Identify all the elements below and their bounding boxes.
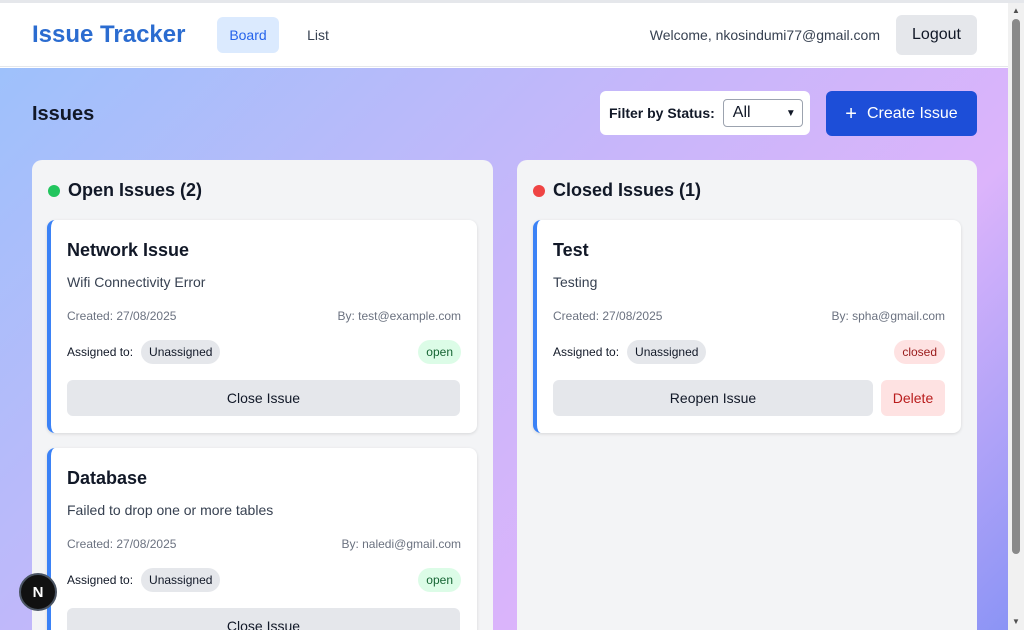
filter-selected-value: All xyxy=(732,104,751,121)
close-issue-button[interactable]: Close Issue xyxy=(67,380,460,416)
nextjs-dev-badge[interactable]: N xyxy=(19,573,57,611)
plus-icon: + xyxy=(845,102,857,125)
issue-card: Network Issue Wifi Connectivity Error Cr… xyxy=(47,220,477,433)
issue-created-date: Created: 27/08/2025 xyxy=(553,309,663,323)
closed-issues-column: Closed Issues (1) Test Testing Created: … xyxy=(517,160,977,630)
page-title: Issues xyxy=(32,103,95,125)
scroll-down-arrow-icon[interactable]: ▼ xyxy=(1012,617,1020,626)
assignee-chip: Unassigned xyxy=(141,568,221,592)
status-badge: open xyxy=(418,568,461,592)
assigned-label: Assigned to: xyxy=(553,345,620,359)
nav-tab-board[interactable]: Board xyxy=(217,17,279,53)
status-filter: Filter by Status: All ▼ xyxy=(600,91,810,135)
assignee-row: Assigned to: Unassigned xyxy=(67,568,221,592)
issue-card: Test Testing Created: 27/08/2025 By: sph… xyxy=(533,220,961,433)
reopen-issue-button[interactable]: Reopen Issue xyxy=(553,380,873,416)
issue-title: Test xyxy=(553,240,589,260)
issue-description: Testing xyxy=(553,274,598,290)
scrollbar-thumb[interactable] xyxy=(1012,19,1020,554)
create-issue-button[interactable]: + Create Issue xyxy=(826,91,977,136)
board-area: Issues Filter by Status: All ▼ + Create … xyxy=(0,68,1008,630)
close-issue-button[interactable]: Close Issue xyxy=(67,608,460,630)
closed-column-title: Closed Issues (1) xyxy=(553,180,702,200)
issue-title: Database xyxy=(67,468,148,488)
create-issue-label: Create Issue xyxy=(866,104,958,122)
issue-description: Wifi Connectivity Error xyxy=(67,274,206,290)
issue-description: Failed to drop one or more tables xyxy=(67,502,274,518)
closed-status-dot-icon xyxy=(533,184,545,197)
issue-author: By: naledi@gmail.com xyxy=(341,537,461,551)
issue-author: By: test@example.com xyxy=(337,309,461,323)
filter-label: Filter by Status: xyxy=(609,105,715,121)
logout-button[interactable]: Logout xyxy=(896,15,977,55)
open-status-dot-icon xyxy=(48,184,60,197)
open-column-header: Open Issues (2) xyxy=(48,180,202,201)
nav-tab-list[interactable]: List xyxy=(293,17,343,53)
assignee-chip: Unassigned xyxy=(141,340,221,364)
assigned-label: Assigned to: xyxy=(67,573,134,587)
closed-column-header: Closed Issues (1) xyxy=(533,180,701,201)
status-badge: closed xyxy=(894,340,945,364)
page-scrollbar[interactable]: ▲ ▼ xyxy=(1008,3,1024,630)
issue-created-date: Created: 27/08/2025 xyxy=(67,309,177,323)
open-issues-column: Open Issues (2) Network Issue Wifi Conne… xyxy=(32,160,493,630)
issue-card: Database Failed to drop one or more tabl… xyxy=(47,448,477,630)
assigned-label: Assigned to: xyxy=(67,345,134,359)
status-filter-select[interactable]: All ▼ xyxy=(722,99,803,127)
issue-author: By: spha@gmail.com xyxy=(831,309,945,323)
issue-created-date: Created: 27/08/2025 xyxy=(67,537,177,551)
assignee-row: Assigned to: Unassigned xyxy=(67,340,221,364)
delete-issue-button[interactable]: Delete xyxy=(881,380,945,416)
chevron-down-icon: ▼ xyxy=(785,107,796,119)
open-column-title: Open Issues (2) xyxy=(68,180,203,200)
scroll-up-arrow-icon[interactable]: ▲ xyxy=(1012,6,1020,15)
issue-title: Network Issue xyxy=(67,240,190,260)
app-brand[interactable]: Issue Tracker xyxy=(32,21,185,49)
assignee-row: Assigned to: Unassigned xyxy=(553,340,707,364)
top-nav-bar: Issue Tracker Board List Welcome, nkosin… xyxy=(0,3,1008,67)
welcome-text: Welcome, nkosindumi77@gmail.com xyxy=(649,27,880,43)
status-badge: open xyxy=(418,340,461,364)
assignee-chip: Unassigned xyxy=(627,340,707,364)
